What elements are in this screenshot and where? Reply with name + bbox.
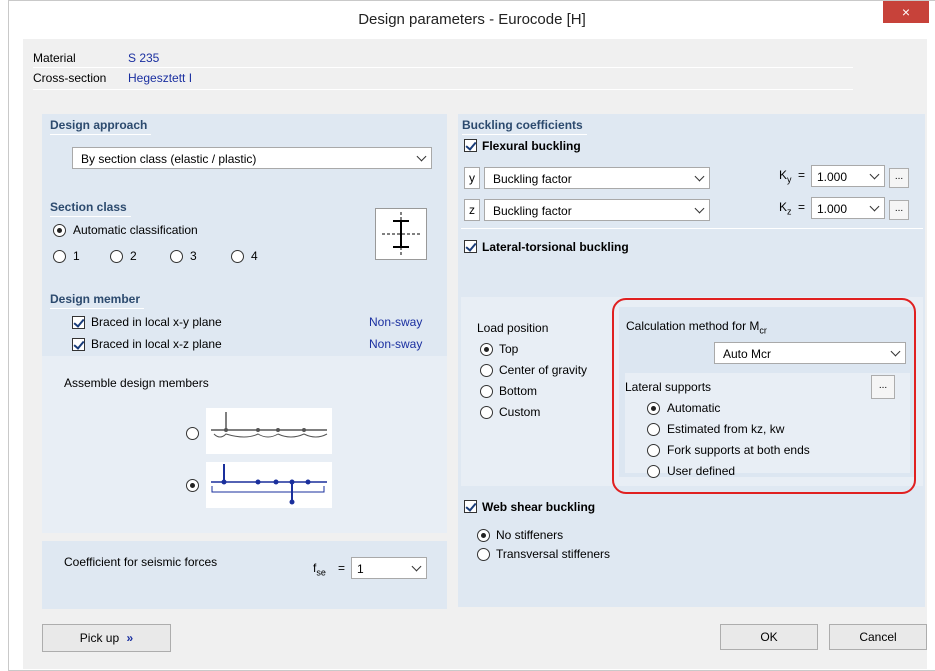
kz-value: 1.000 xyxy=(817,202,848,216)
assemble-panel: Assemble design members xyxy=(42,356,447,533)
assemble-diagram-1 xyxy=(206,408,332,454)
braced-xy-checkbox[interactable] xyxy=(72,316,85,329)
dialog-client: Material S 235 Cross-section Hegesztett … xyxy=(23,39,927,669)
y-buckling-select[interactable]: Buckling factor xyxy=(484,167,710,189)
divider xyxy=(33,67,853,68)
class-3-label: 3 xyxy=(190,249,197,263)
z-axis-box: z xyxy=(464,199,480,221)
pick-up-label: Pick up xyxy=(79,631,120,645)
fse-label: fse xyxy=(313,561,326,578)
double-chevron-right-icon: » xyxy=(126,631,134,645)
chevron-down-icon xyxy=(411,560,422,573)
ky-select[interactable]: 1.000 xyxy=(811,165,885,187)
web-shear-label: Web shear buckling xyxy=(482,500,596,514)
kz-select[interactable]: 1.000 xyxy=(811,197,885,219)
radio-assemble-option-1[interactable] xyxy=(186,427,199,440)
seismic-panel: Coefficient for seismic forces fse = 1 xyxy=(42,541,447,609)
design-approach-panel: Design approach By section class (elasti… xyxy=(42,114,447,196)
load-position-title: Load position xyxy=(477,321,549,335)
radio-assemble-option-2[interactable] xyxy=(186,479,199,492)
y-axis-box: y xyxy=(464,167,480,189)
radio-load-center[interactable] xyxy=(480,364,493,377)
design-approach-select[interactable]: By section class (elastic / plastic) xyxy=(72,147,432,169)
chevron-down-icon xyxy=(694,170,705,183)
load-custom-label: Custom xyxy=(499,405,541,419)
radio-no-stiffeners[interactable] xyxy=(477,529,490,542)
no-stiffeners-label: No stiffeners xyxy=(496,528,564,542)
y-buckling-value: Buckling factor xyxy=(493,172,572,186)
braced-xy-label: Braced in local x-y plane xyxy=(91,315,222,329)
chevron-down-icon xyxy=(416,150,427,163)
design-member-panel: Design member Braced in local x-y plane … xyxy=(42,278,447,356)
window-title: Design parameters - Eurocode [H] xyxy=(358,11,586,28)
material-label: Material xyxy=(33,51,76,65)
section-class-title: Section class xyxy=(50,200,131,217)
ky-more-button[interactable]: ... xyxy=(889,168,909,188)
automatic-classification-label: Automatic classification xyxy=(73,223,198,237)
radio-class-2[interactable] xyxy=(110,250,123,263)
cancel-button[interactable]: Cancel xyxy=(829,624,927,650)
section-class-panel: Section class Automatic classification 1… xyxy=(42,196,447,278)
chevron-down-icon xyxy=(869,200,880,213)
divider xyxy=(33,89,853,90)
flexural-buckling-label: Flexural buckling xyxy=(482,139,581,153)
fse-value: 1 xyxy=(357,562,364,576)
ok-button[interactable]: OK xyxy=(720,624,818,650)
braced-xy-value: Non-sway xyxy=(369,315,423,329)
lateral-torsional-checkbox[interactable] xyxy=(464,240,477,253)
radio-load-top[interactable] xyxy=(480,343,493,356)
z-buckling-value: Buckling factor xyxy=(493,204,572,218)
z-buckling-select[interactable]: Buckling factor xyxy=(484,199,710,221)
close-button[interactable]: × xyxy=(883,1,929,23)
flexural-buckling-checkbox[interactable] xyxy=(464,139,477,152)
design-member-title: Design member xyxy=(50,292,145,309)
design-approach-title: Design approach xyxy=(50,118,152,135)
fse-select[interactable]: 1 xyxy=(351,557,427,579)
cross-section-label: Cross-section xyxy=(33,71,107,85)
highlight-outline xyxy=(612,298,916,494)
braced-xz-label: Braced in local x-z plane xyxy=(91,337,222,351)
assemble-label: Assemble design members xyxy=(64,376,209,390)
radio-automatic-classification[interactable] xyxy=(53,224,66,237)
radio-class-4[interactable] xyxy=(231,250,244,263)
radio-class-3[interactable] xyxy=(170,250,183,263)
ky-equals: = xyxy=(798,168,806,182)
chevron-down-icon xyxy=(869,168,880,181)
i-section-icon xyxy=(375,208,427,260)
title-bar: Design parameters - Eurocode [H] × xyxy=(9,1,935,39)
dialog-window: Design parameters - Eurocode [H] × Mater… xyxy=(8,0,935,671)
kz-more-button[interactable]: ... xyxy=(889,200,909,220)
class-1-label: 1 xyxy=(73,249,80,263)
design-approach-value: By section class (elastic / plastic) xyxy=(81,152,257,166)
divider xyxy=(461,228,923,229)
load-bottom-label: Bottom xyxy=(499,384,538,398)
close-icon: × xyxy=(901,4,911,20)
radio-load-bottom[interactable] xyxy=(480,385,493,398)
fse-equals: = xyxy=(338,561,346,575)
ky-value: 1.000 xyxy=(817,170,848,184)
ky-label: Ky xyxy=(779,168,792,185)
seismic-label: Coefficient for seismic forces xyxy=(64,555,218,569)
kz-equals: = xyxy=(798,200,806,214)
transversal-stiffeners-label: Transversal stiffeners xyxy=(496,547,611,561)
material-value: S 235 xyxy=(128,51,160,65)
assemble-diagram-2 xyxy=(206,462,332,508)
chevron-down-icon xyxy=(694,202,705,215)
web-shear-checkbox[interactable] xyxy=(464,500,477,513)
buckling-title: Buckling coefficients xyxy=(462,118,587,135)
cross-section-value: Hegesztett I xyxy=(128,71,193,85)
load-top-label: Top xyxy=(499,342,519,356)
class-2-label: 2 xyxy=(130,249,137,263)
load-center-label: Center of gravity xyxy=(499,363,588,377)
kz-label: Kz xyxy=(779,200,792,217)
radio-class-1[interactable] xyxy=(53,250,66,263)
braced-xz-checkbox[interactable] xyxy=(72,338,85,351)
radio-load-custom[interactable] xyxy=(480,406,493,419)
class-4-label: 4 xyxy=(251,249,258,263)
lateral-torsional-label: Lateral-torsional buckling xyxy=(482,240,629,254)
pick-up-button[interactable]: Pick up » xyxy=(42,624,171,652)
radio-transversal-stiffeners[interactable] xyxy=(477,548,490,561)
braced-xz-value: Non-sway xyxy=(369,337,423,351)
